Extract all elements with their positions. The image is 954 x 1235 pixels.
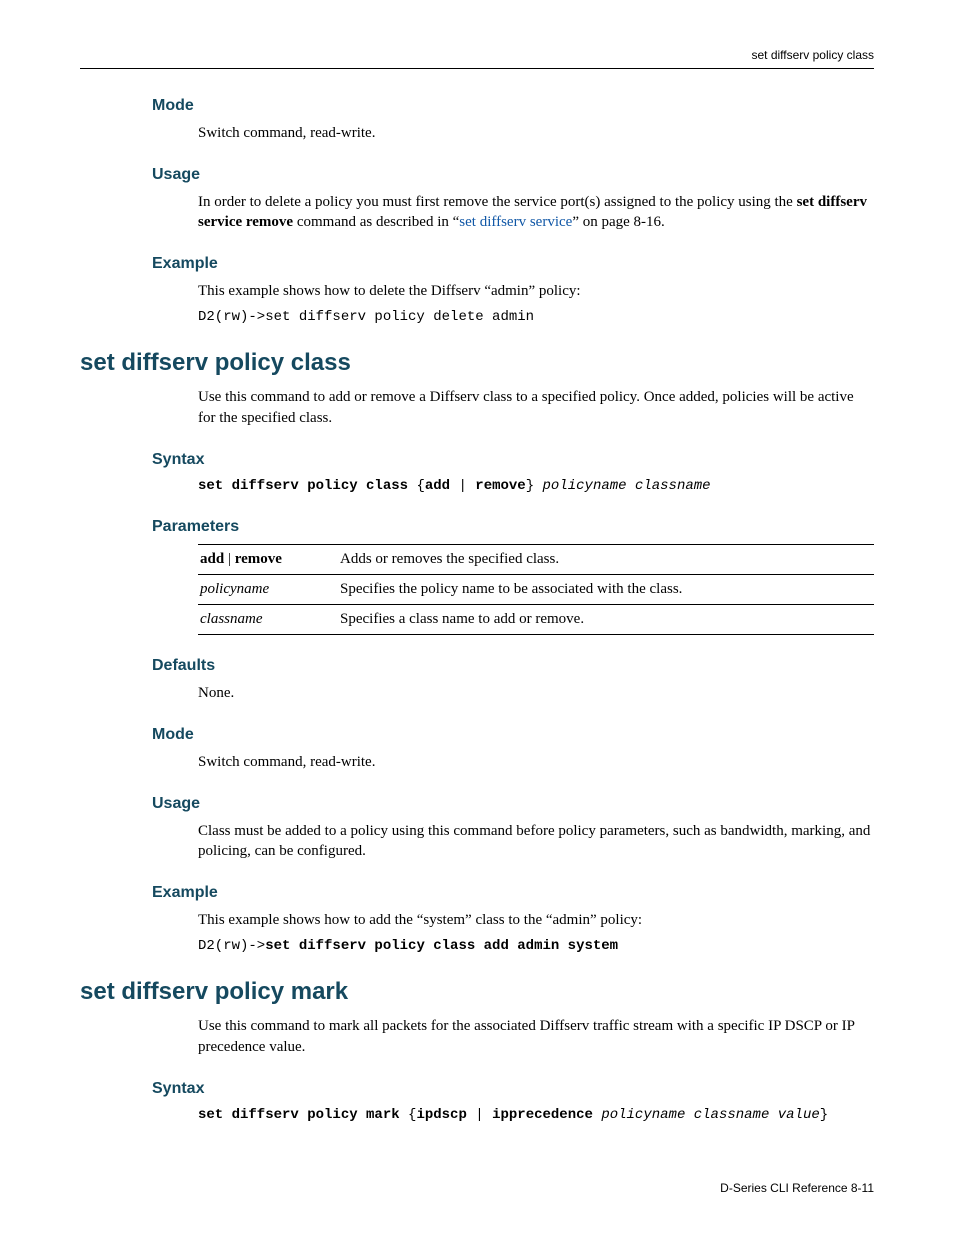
parameters-table: add | remove Adds or removes the specifi… — [198, 544, 874, 635]
syntax-code: set diffserv policy class {add | remove}… — [198, 477, 874, 497]
example-heading: Example — [152, 255, 874, 273]
section-intro: Use this command to add or remove a Diff… — [198, 387, 874, 428]
section-title: set diffserv policy mark — [80, 978, 874, 1006]
mode-text: Switch command, read-write. — [198, 752, 874, 773]
example-code: D2(rw)->set diffserv policy delete admin — [198, 308, 874, 328]
page: set diffserv policy class Mode Switch co… — [80, 48, 874, 1195]
defaults-text: None. — [198, 683, 874, 704]
table-row: policyname Specifies the policy name to … — [198, 575, 874, 605]
running-header: set diffserv policy class — [80, 48, 874, 69]
usage-heading: Usage — [152, 795, 874, 813]
mode-heading: Mode — [152, 726, 874, 744]
usage-text: Class must be added to a policy using th… — [198, 821, 874, 862]
defaults-heading: Defaults — [152, 657, 874, 675]
usage-heading: Usage — [152, 166, 874, 184]
example-text: This example shows how to add the “syste… — [198, 910, 874, 931]
usage-text: In order to delete a policy you must fir… — [198, 192, 874, 233]
mode-heading: Mode — [152, 97, 874, 115]
syntax-code: set diffserv policy mark {ipdscp | ippre… — [198, 1106, 874, 1126]
table-row: classname Specifies a class name to add … — [198, 605, 874, 635]
table-row: add | remove Adds or removes the specifi… — [198, 545, 874, 575]
section-intro: Use this command to mark all packets for… — [198, 1016, 874, 1057]
mode-text: Switch command, read-write. — [198, 123, 874, 144]
example-text: This example shows how to delete the Dif… — [198, 281, 874, 302]
syntax-heading: Syntax — [152, 1080, 874, 1098]
parameters-heading: Parameters — [152, 518, 874, 536]
example-code: D2(rw)->set diffserv policy class add ad… — [198, 937, 874, 957]
example-heading: Example — [152, 884, 874, 902]
xref-link[interactable]: set diffserv service — [459, 214, 572, 230]
page-footer: D-Series CLI Reference 8-11 — [720, 1181, 874, 1195]
syntax-heading: Syntax — [152, 451, 874, 469]
section-title: set diffserv policy class — [80, 349, 874, 377]
